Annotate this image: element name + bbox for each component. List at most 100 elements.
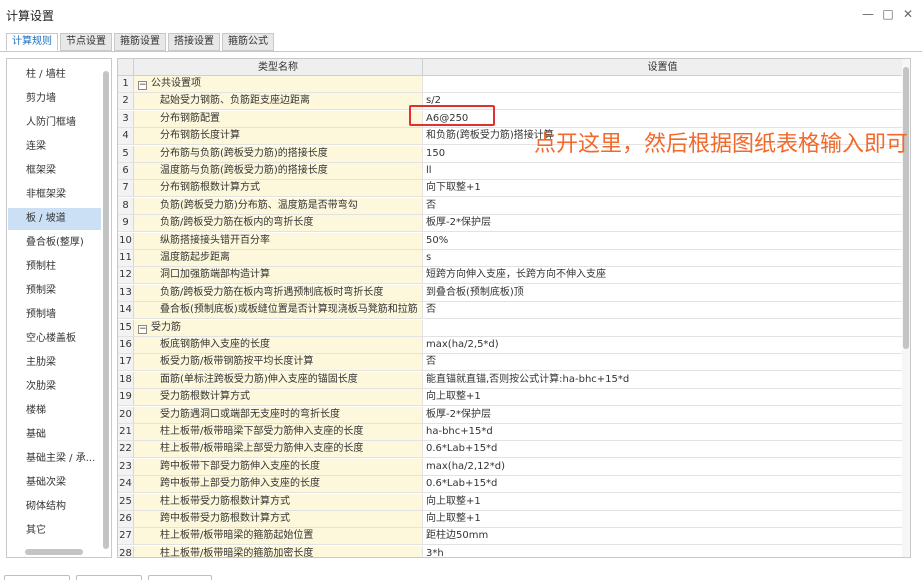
table-row[interactable]: 20 受力筋遇洞口或端部无支座时的弯折长度 板厚-2*保护层 xyxy=(118,406,902,424)
row-setting-value[interactable]: 向上取整+1 xyxy=(423,511,902,527)
sidebar-item[interactable]: 叠合板(整厚) xyxy=(8,232,101,254)
sidebar-item[interactable]: 非框架梁 xyxy=(8,184,101,206)
row-type-name-text: 分布钢筋根数计算方式 xyxy=(160,182,260,194)
table-row[interactable]: 18 面筋(单标注跨板受力筋)伸入支座的锚固长度 能直锚就直锚,否则按公式计算:ha… xyxy=(118,371,902,389)
row-setting-value[interactable]: 向上取整+1 xyxy=(423,494,902,510)
row-number: 3 xyxy=(118,110,134,127)
table-row[interactable]: 19 受力筋根数计算方式 向上取整+1 xyxy=(118,389,902,407)
row-type-name-text: 受力筋根数计算方式 xyxy=(160,391,250,403)
table-row[interactable]: 22 柱上板带/板带暗梁上部受力筋伸入支座的长度 0.6*Lab+15*d xyxy=(118,441,902,459)
table-row[interactable]: 28 柱上板带/板带暗梁的箍筋加密长度 3*h xyxy=(118,545,902,557)
table-row[interactable]: 27 柱上板带/板带暗梁的箍筋起始位置 距柱边50mm xyxy=(118,528,902,546)
row-type-name-text: 跨中板带下部受力筋伸入支座的长度 xyxy=(160,460,320,472)
sidebar-vertical-scrollbar[interactable] xyxy=(103,71,109,549)
table-row[interactable]: 7 分布钢筋根数计算方式 向下取整+1 xyxy=(118,180,902,198)
row-setting-value[interactable]: ll xyxy=(423,163,902,179)
table-row[interactable]: 11 温度筋起步距离 s xyxy=(118,250,902,267)
row-setting-value[interactable]: 到叠合板(预制底板)顶 xyxy=(423,285,902,301)
row-setting-value[interactable]: 50% xyxy=(423,233,902,249)
row-number: 10 xyxy=(118,232,134,249)
grid-header-corner xyxy=(118,59,134,76)
group-row[interactable]: 15− 受力筋 xyxy=(118,319,902,337)
row-type-name: 起始受力钢筋、负筋距支座边距离 xyxy=(134,93,423,110)
row-setting-value[interactable]: 3*h xyxy=(423,546,902,557)
tab-2[interactable]: 箍筋设置 xyxy=(114,33,166,51)
sidebar-item[interactable]: 连梁 xyxy=(8,136,101,158)
row-setting-value[interactable]: 否 xyxy=(423,354,902,370)
sidebar-item[interactable]: 楼梯 xyxy=(8,400,101,422)
table-row[interactable]: 2 起始受力钢筋、负筋距支座边距离 s/2 xyxy=(118,93,902,111)
group-row[interactable]: 1− 公共设置项 xyxy=(118,76,902,93)
table-row[interactable]: 23 跨中板带下部受力筋伸入支座的长度 max(ha/2,12*d) xyxy=(118,458,902,476)
row-setting-value[interactable]: 0.6*Lab+15*d xyxy=(423,476,902,492)
sidebar-item[interactable]: 其它 xyxy=(8,520,101,542)
row-type-name-text: 柱上板带/板带暗梁下部受力筋伸入支座的长度 xyxy=(160,426,364,437)
table-row[interactable]: 17 板受力筋/板带钢筋按平均长度计算 否 xyxy=(118,354,902,372)
row-setting-value[interactable]: 否 xyxy=(423,302,902,318)
collapse-toggle-icon[interactable]: − xyxy=(138,81,147,90)
sidebar-item[interactable]: 基础主梁 / 承... xyxy=(8,448,101,470)
sidebar-item[interactable]: 剪力墙 xyxy=(8,88,101,110)
table-row[interactable]: 6 温度筋与负筋(跨板受力筋)的搭接长度 ll xyxy=(118,163,902,180)
table-row[interactable]: 16 板底钢筋伸入支座的长度 max(ha/2,5*d) xyxy=(118,337,902,354)
sidebar-item[interactable]: 预制墙 xyxy=(8,304,101,326)
close-icon[interactable]: ✕ xyxy=(900,7,916,21)
bottom-button-2[interactable] xyxy=(76,575,142,580)
row-setting-value[interactable]: 板厚-2*保护层 xyxy=(423,407,902,423)
header-type-name: 类型名称 xyxy=(134,59,423,76)
sidebar-item[interactable]: 人防门框墙 xyxy=(8,112,101,134)
row-number: 1 xyxy=(118,76,134,92)
table-row[interactable]: 3 分布钢筋配置 A6@250 xyxy=(118,110,902,128)
table-row[interactable]: 26 跨中板带受力筋根数计算方式 向上取整+1 xyxy=(118,511,902,528)
row-setting-value[interactable]: ha-bhc+15*d xyxy=(423,424,902,440)
table-row[interactable]: 12 洞口加强筋端部构造计算 短跨方向伸入支座，长跨方向不伸入支座 xyxy=(118,267,902,285)
row-setting-value[interactable]: max(ha/2,5*d) xyxy=(423,337,902,353)
row-setting-value[interactable]: 板厚-2*保护层 xyxy=(423,215,902,231)
sidebar-item[interactable]: 次肋梁 xyxy=(8,376,101,398)
table-row[interactable]: 10 纵筋搭接接头错开百分率 50% xyxy=(118,232,902,250)
sidebar-horizontal-scrollbar[interactable] xyxy=(25,549,83,555)
tab-3[interactable]: 搭接设置 xyxy=(168,33,220,51)
sidebar-item[interactable]: 预制梁 xyxy=(8,280,101,302)
row-type-name-text: 公共设置项 xyxy=(151,78,201,89)
row-setting-value[interactable]: 距柱边50mm xyxy=(423,528,902,544)
row-number: 26 xyxy=(118,511,134,527)
row-setting-value[interactable]: s xyxy=(423,250,902,266)
row-setting-value[interactable]: 向下取整+1 xyxy=(423,180,902,196)
bottom-button-3[interactable] xyxy=(148,575,212,580)
sidebar-item[interactable]: 砌体结构 xyxy=(8,496,101,518)
row-setting-value[interactable]: 能直锚就直锚,否则按公式计算:ha-bhc+15*d xyxy=(423,372,902,388)
tab-4[interactable]: 箍筋公式 xyxy=(222,33,274,51)
sidebar-item[interactable]: 基础 xyxy=(8,424,101,446)
bottom-button-1[interactable] xyxy=(4,575,70,580)
table-row[interactable]: 13 负筋/跨板受力筋在板内弯折遇预制底板时弯折长度 到叠合板(预制底板)顶 xyxy=(118,284,902,302)
table-row[interactable]: 8 负筋(跨板受力筋)分布筋、温度筋是否带弯勾 否 xyxy=(118,197,902,215)
sidebar-item[interactable]: 预制柱 xyxy=(8,256,101,278)
row-type-name: 分布钢筋根数计算方式 xyxy=(134,180,423,197)
maximize-icon[interactable]: □ xyxy=(880,7,896,21)
table-row[interactable]: 25 柱上板带受力筋根数计算方式 向上取整+1 xyxy=(118,493,902,511)
row-setting-value[interactable]: 向上取整+1 xyxy=(423,389,902,405)
row-setting-value[interactable]: 否 xyxy=(423,198,902,214)
table-row[interactable]: 24 跨中板带上部受力筋伸入支座的长度 0.6*Lab+15*d xyxy=(118,476,902,494)
row-number: 8 xyxy=(118,197,134,214)
table-row[interactable]: 21 柱上板带/板带暗梁下部受力筋伸入支座的长度 ha-bhc+15*d xyxy=(118,424,902,441)
sidebar-item[interactable]: 板 / 坡道 xyxy=(8,208,101,230)
row-type-name: − 公共设置项 xyxy=(134,76,423,92)
sidebar-item[interactable]: 主肋梁 xyxy=(8,352,101,374)
row-setting-value[interactable]: 0.6*Lab+15*d xyxy=(423,441,902,457)
tab-1[interactable]: 节点设置 xyxy=(60,33,112,51)
sidebar-item[interactable]: 基础次梁 xyxy=(8,472,101,494)
row-setting-value[interactable]: max(ha/2,12*d) xyxy=(423,459,902,475)
sidebar-item[interactable]: 柱 / 墙柱 xyxy=(8,64,101,86)
table-row[interactable]: 14 叠合板(预制底板)或板缝位置是否计算现浇板马凳筋和拉筋否 xyxy=(118,302,902,320)
row-setting-value[interactable]: 短跨方向伸入支座，长跨方向不伸入支座 xyxy=(423,267,902,283)
grid-scrollbar-thumb[interactable] xyxy=(903,67,909,349)
sidebar-item[interactable]: 框架梁 xyxy=(8,160,101,182)
table-row[interactable]: 9 负筋/跨板受力筋在板内的弯折长度 板厚-2*保护层 xyxy=(118,215,902,233)
row-type-name: 柱上板带受力筋根数计算方式 xyxy=(134,493,423,510)
minimize-icon[interactable]: — xyxy=(860,7,876,21)
tab-0[interactable]: 计算规则 xyxy=(6,33,58,51)
sidebar-item[interactable]: 空心楼盖板 xyxy=(8,328,101,350)
collapse-toggle-icon[interactable]: − xyxy=(138,324,147,334)
